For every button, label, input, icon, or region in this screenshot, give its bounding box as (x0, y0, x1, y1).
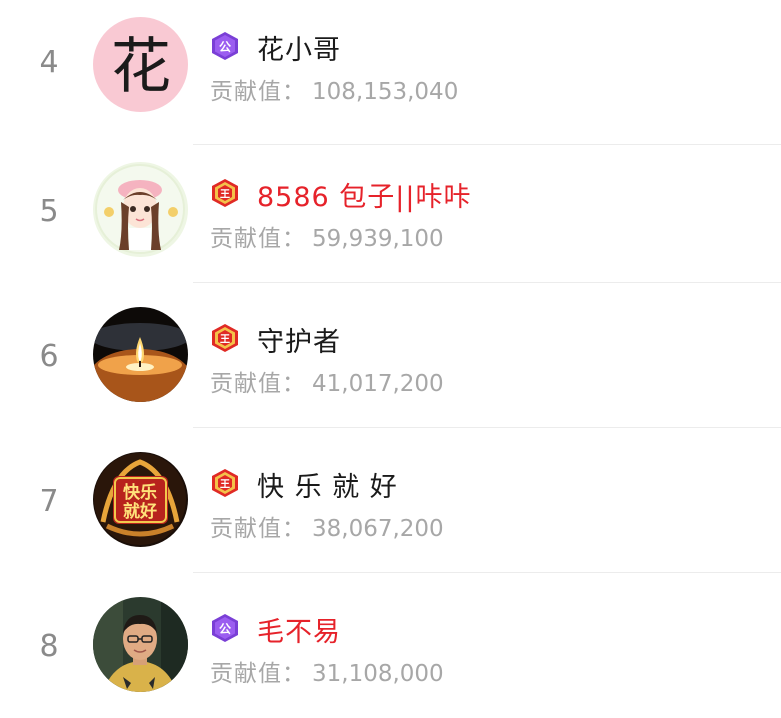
user-name[interactable]: 8586 包子||咔咔 (257, 175, 472, 214)
union-badge-icon: 公 (210, 31, 240, 61)
rank-number: 7 (39, 484, 59, 519)
avatar-calligraphy: 花 (111, 32, 171, 102)
contribution-text: 贡献值： 59,939,100 (210, 219, 444, 253)
rank-number: 6 (39, 339, 59, 374)
leaderboard-row[interactable]: 4 花 公 花小哥 贡献值： 108,153,040 (0, 0, 781, 145)
user-name[interactable]: 守护者 (257, 320, 341, 359)
contribution-value: 108,153,040 (312, 79, 459, 105)
contribution-value: 38,067,200 (312, 516, 444, 542)
contribution-label: 贡献值： (210, 661, 306, 687)
rank-number: 8 (39, 629, 59, 664)
svg-text:王: 王 (220, 334, 230, 346)
contribution-label: 贡献值： (210, 226, 306, 252)
user-name[interactable]: 毛不易 (257, 610, 341, 649)
rank-number: 4 (39, 45, 59, 80)
contribution-value: 41,017,200 (312, 371, 444, 397)
contribution-text: 贡献值： 108,153,040 (210, 72, 458, 106)
leaderboard-row[interactable]: 8 公 毛不易 贡献值： 31,108,000 (0, 573, 781, 718)
contribution-label: 贡献值： (210, 516, 306, 542)
avatar[interactable] (93, 597, 188, 692)
contribution-value: 31,108,000 (312, 661, 444, 687)
user-name[interactable]: 快 乐 就 好 (257, 465, 398, 504)
svg-text:王: 王 (220, 189, 230, 201)
contribution-value: 59,939,100 (312, 226, 444, 252)
leaderboard-row[interactable]: 7 快乐 就好 王 快 乐 就 好 贡献值： 38,067,200 (0, 428, 781, 573)
rank-number: 5 (39, 194, 59, 229)
svg-text:公: 公 (219, 622, 231, 636)
king-badge-icon: 王 (210, 323, 240, 353)
contribution-label: 贡献值： (210, 371, 306, 397)
contribution-text: 贡献值： 38,067,200 (210, 509, 444, 543)
svg-text:公: 公 (219, 40, 231, 54)
contribution-text: 贡献值： 41,017,200 (210, 364, 444, 398)
contribution-label: 贡献值： (210, 79, 306, 105)
avatar-text-line1: 快乐 (123, 482, 157, 503)
union-badge-icon: 公 (210, 613, 240, 643)
contribution-text: 贡献值： 31,108,000 (210, 654, 444, 688)
user-name[interactable]: 花小哥 (257, 28, 341, 67)
avatar[interactable] (93, 307, 188, 402)
leaderboard-row[interactable]: 6 王 守护者 贡献值： 41,017,200 (0, 283, 781, 428)
king-badge-icon: 王 (210, 178, 240, 208)
contribution-leaderboard: 4 花 公 花小哥 贡献值： 108,153,040 5 王 8586 包子||… (0, 0, 781, 703)
avatar[interactable]: 花 (93, 17, 188, 112)
avatar[interactable]: 快乐 就好 (93, 452, 188, 547)
leaderboard-row[interactable]: 5 王 8586 包子||咔咔 贡献值： 59,939,100 (0, 138, 781, 283)
svg-text:王: 王 (220, 479, 230, 491)
avatar[interactable] (93, 162, 188, 257)
avatar-text-line2: 就好 (123, 501, 157, 522)
king-badge-icon: 王 (210, 468, 240, 498)
